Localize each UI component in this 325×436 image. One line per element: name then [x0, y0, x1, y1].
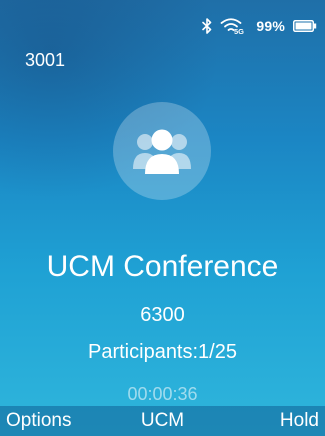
hold-softkey[interactable]: Hold: [280, 409, 319, 433]
status-bar: 5G 99%: [202, 15, 317, 37]
call-title: UCM Conference: [46, 250, 279, 283]
account-extension: 3001: [25, 50, 66, 70]
softkey-bar: UCM Options Hold: [0, 406, 325, 436]
battery-icon: [293, 20, 317, 32]
call-number: 6300: [140, 304, 185, 326]
battery-percent: 99%: [256, 18, 285, 34]
call-timer: 00:00:36: [127, 384, 198, 404]
call-screen: 5G 99% 3001 UCM Conference 6300 Particip…: [0, 0, 325, 436]
bluetooth-icon: [202, 18, 212, 34]
participants-count: Participants:1/25: [88, 341, 237, 363]
wifi-band-label: 5G: [234, 27, 244, 35]
conference-avatar: [113, 102, 211, 200]
group-contacts-icon: [133, 129, 191, 174]
options-softkey[interactable]: Options: [6, 409, 71, 433]
wifi-5g-icon: 5G: [220, 17, 248, 35]
